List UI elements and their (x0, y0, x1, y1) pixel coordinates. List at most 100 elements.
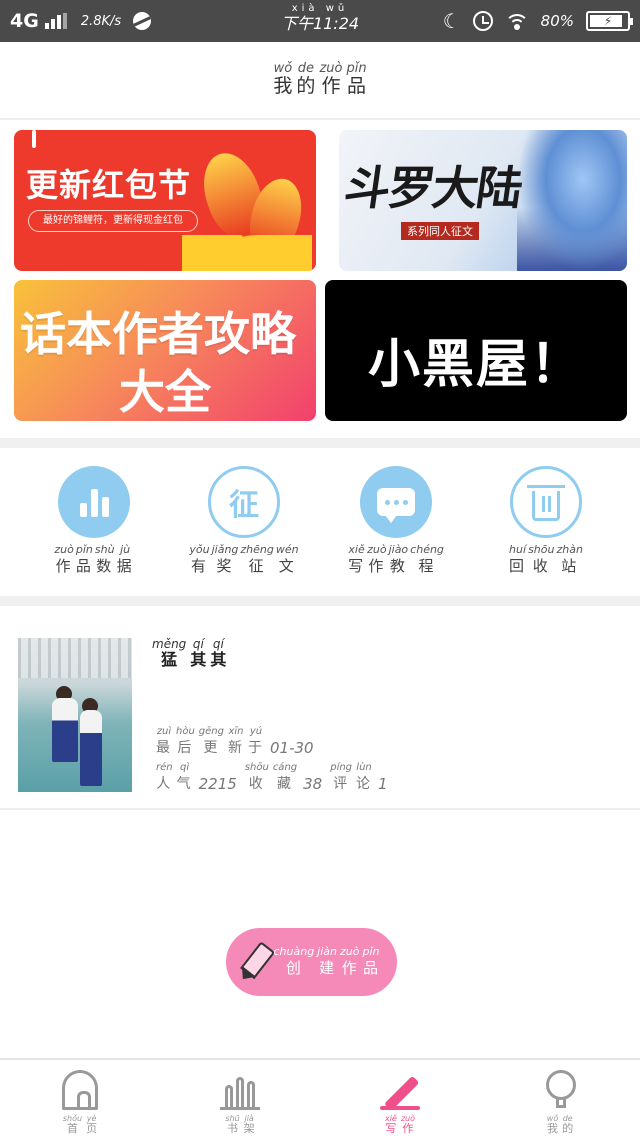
hanzi: 最 (156, 740, 172, 756)
status-right: ☾ 80% ⚡ (442, 9, 633, 33)
anime-character-illustration (517, 130, 627, 271)
pinyin: jù (120, 543, 131, 556)
hanzi: 首 (66, 1122, 78, 1135)
status-bar: 4G 2.8K/s xià wǔ 下午11:24 ☾ 80% ⚡ (0, 0, 640, 42)
pinyin-char: de 的 (296, 61, 315, 97)
pinyin-char: shǒu 首 (63, 1114, 82, 1135)
pinyin-char: pǐn 品 (346, 62, 366, 97)
updated-value: 01-30 (269, 739, 314, 757)
pinyin: měng (152, 637, 187, 651)
pinyin: jiào (388, 543, 409, 556)
section-divider (0, 438, 640, 448)
wifi-icon (504, 12, 529, 30)
nav-label: shǒu 首 yè 页 (63, 1114, 97, 1135)
nav-home[interactable]: shǒu 首 yè 页 (0, 1060, 160, 1138)
hanzi: 作 (55, 557, 73, 575)
pinyin-char: pǐn 品 (76, 544, 93, 576)
feature-writing-tutorial[interactable]: xiě 写 zuò 作 jiào 教 chéng 程 (316, 466, 476, 576)
pinyin-char: yǒu 有 (189, 544, 209, 576)
pinyin: zuì (156, 726, 172, 737)
hanzi: 页 (86, 1122, 98, 1135)
pinyin: de (297, 61, 315, 76)
feature-label: huí 回 shōu 收 zhàn 站 (509, 544, 583, 576)
pinyin-char: qí 其 (190, 638, 206, 670)
pinyin: píng (330, 762, 353, 773)
pinyin-char: yú 于 (248, 726, 264, 758)
pinyin-char: jiào 教 (389, 544, 409, 576)
pinyin: yǒu (189, 543, 210, 556)
pinyin: xīn (228, 726, 244, 737)
banner-xiaoheiwu[interactable]: 小黑屋！ (325, 280, 627, 421)
moon-icon: ☾ (442, 9, 461, 33)
pinyin-char: měng 猛 (152, 638, 186, 670)
pinyin: zhàn (556, 543, 583, 556)
banner-douluo-subtitle: 系列同人征文 (401, 222, 479, 240)
hanzi: 猛 (161, 650, 178, 669)
feature-prize-contest[interactable]: 征 yǒu 有 jiǎng 奖 zhēng 征 wén 文 (164, 466, 324, 576)
pinyin-char: de 的 (562, 1114, 573, 1135)
feature-label: yǒu 有 jiǎng 奖 zhēng 征 wén 文 (189, 544, 298, 576)
banner-hongbao[interactable]: 更新红包节 最好的锦鲤符，更新得现金红包 (14, 130, 316, 271)
hanzi: 建 (319, 959, 336, 977)
pinyin-char: jià 架 (244, 1114, 255, 1135)
hanzi: 写 (348, 557, 366, 575)
hanzi: 的 (562, 1122, 574, 1135)
work-meta: zuì 最 hòu 后 gēng 更 xīn 新 yú 于 01-30 rén 人 qì 气 2215 … (156, 726, 394, 798)
hanzi: 收 (532, 557, 550, 575)
hanzi: 作 (341, 959, 358, 977)
hanzi: 于 (247, 740, 264, 756)
decoration (32, 130, 36, 148)
hanzi: 作 (402, 1122, 414, 1135)
pinyin-char: shōu 收 (528, 544, 554, 576)
hanzi: 创 (285, 959, 302, 977)
pencil-icon (234, 939, 278, 985)
pinyin-char: zhēng 征 (240, 544, 273, 576)
hanzi: 其 (190, 650, 207, 669)
feature-recycle-bin[interactable]: huí 回 shōu 收 zhàn 站 (466, 466, 626, 576)
pinyin-char: jiǎng 奖 (212, 544, 239, 576)
pinyin-char: wén 文 (276, 544, 299, 576)
pinyin-char: wǒ 我 (547, 1114, 558, 1135)
hanzi: 回 (509, 557, 527, 575)
pinyin: wén (275, 543, 299, 556)
pinyin: pǐn (75, 543, 93, 556)
pinyin-char: chéng 程 (410, 544, 444, 576)
hanzi: 品 (75, 557, 93, 575)
feature-label: xiě 写 zuò 作 jiào 教 chéng 程 (348, 544, 444, 576)
hanzi: 站 (561, 557, 579, 575)
pinyin: chéng (410, 543, 444, 556)
pinyin-char: huí 回 (509, 544, 526, 576)
nav-write[interactable]: xiě 写 zuò 作 (320, 1060, 480, 1138)
pinyin: zuò (367, 543, 387, 556)
pinyin: rén (156, 762, 173, 773)
feature-work-data[interactable]: zuò 作 pǐn 品 shù 数 jù 据 (14, 466, 174, 576)
banner-author-guide[interactable]: 话本作者攻略 大全 (14, 280, 316, 421)
nav-label: wǒ 我 de 的 (547, 1114, 573, 1135)
create-work-button[interactable]: chuàng 创 jiàn 建 zuò 作 pǐn 品 (226, 928, 397, 996)
pinyin: qí (212, 637, 224, 651)
hanzi: 作 (321, 75, 341, 97)
banner-douluo-title: 斗罗大陆 (340, 161, 525, 215)
pinyin-char: shū 书 (225, 1114, 239, 1135)
pinyin: jiǎng (211, 543, 239, 556)
pinyin: hòu (176, 726, 195, 737)
hanzi: 新 (227, 740, 244, 756)
banner-douluo[interactable]: 斗罗大陆 系列同人征文 (339, 130, 627, 271)
nav-profile[interactable]: wǒ 我 de 的 (480, 1060, 640, 1138)
hanzi: 气 (176, 776, 193, 792)
work-card[interactable]: měng 猛 qí 其 qí 其 zuì 最 hòu 后 gēng 更 xīn 新 yú 于 01-30 r… (0, 610, 640, 810)
alarm-icon (472, 11, 493, 31)
pinyin-char: yè 页 (86, 1114, 97, 1135)
banner-hongbao-subtitle: 最好的锦鲤符，更新得现金红包 (28, 210, 198, 232)
nav-bookshelf[interactable]: shū 书 jià 架 (160, 1060, 320, 1138)
pinyin: zuò (54, 543, 74, 556)
pinyin-char: gēng 更 (199, 726, 224, 758)
pinyin-char: zhàn 站 (556, 544, 582, 576)
pinyin: xiě (348, 543, 365, 556)
pinyin-char: jù 据 (117, 544, 134, 576)
pinyin-char: chuàng 创 (273, 946, 314, 978)
pinyin: gēng (198, 726, 224, 737)
pinyin-char: xīn 新 (228, 726, 244, 758)
write-icon (380, 1070, 420, 1112)
hanzi: 书 (227, 1122, 238, 1135)
